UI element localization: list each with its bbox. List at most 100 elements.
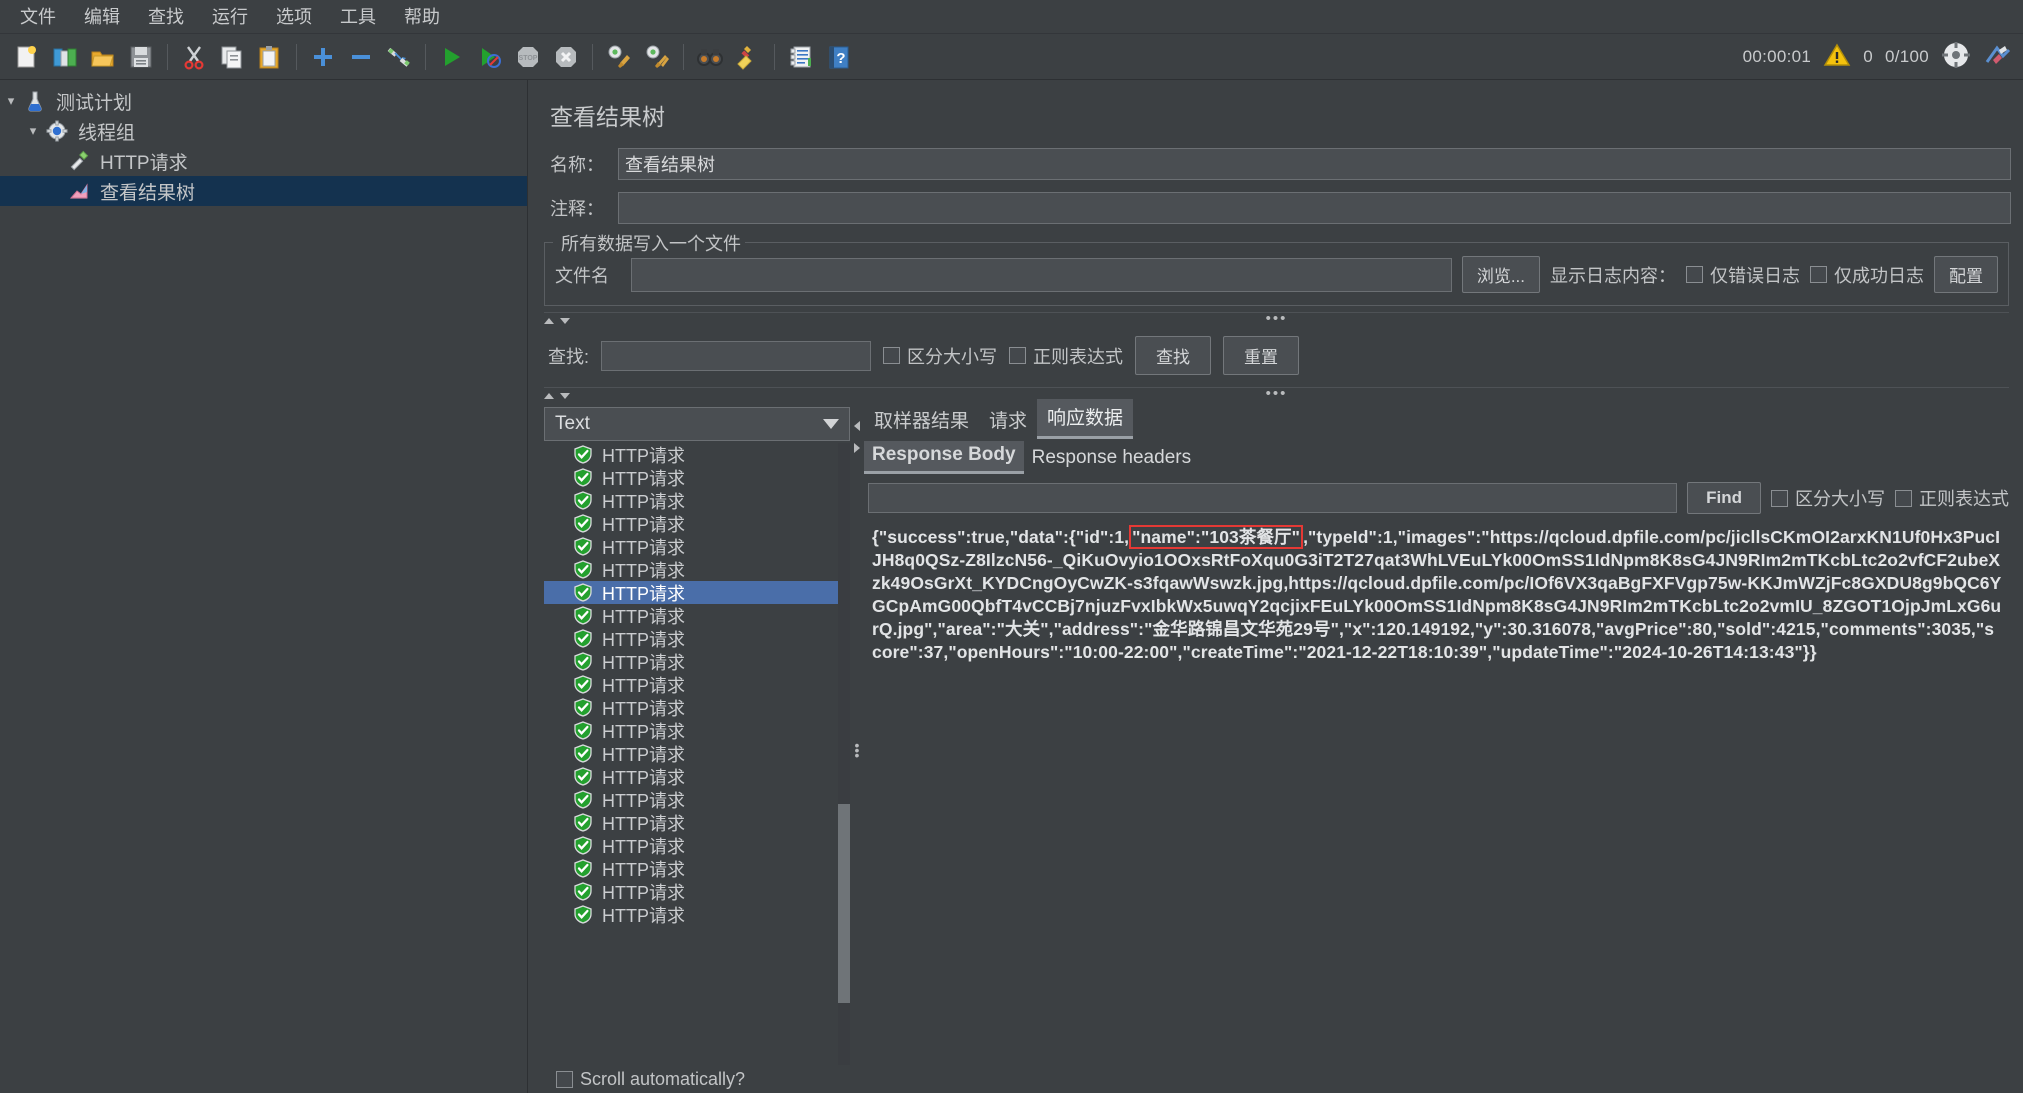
chevron-down-icon[interactable]: ▾ (22, 123, 44, 139)
search-icon[interactable] (693, 40, 727, 74)
search-input[interactable] (601, 341, 871, 371)
sampler-result-item[interactable]: HTTP请求 (544, 443, 850, 466)
menu-tools[interactable]: 工具 (326, 5, 390, 29)
sampler-result-item[interactable]: HTTP请求 (544, 512, 850, 535)
menu-options[interactable]: 选项 (262, 5, 326, 29)
scrollbar-thumb[interactable] (838, 804, 850, 1003)
sampler-result-item[interactable]: HTTP请求 (544, 880, 850, 903)
response-case-sensitive-checkbox[interactable]: 区分大小写 (1771, 485, 1885, 511)
sampler-result-item[interactable]: HTTP请求 (544, 857, 850, 880)
checkbox-box[interactable] (1895, 490, 1912, 507)
checkbox-box[interactable] (1009, 347, 1026, 364)
sampler-result-list[interactable]: HTTP请求HTTP请求HTTP请求HTTP请求HTTP请求HTTP请求HTTP… (544, 443, 850, 1065)
tree-node-view-results-tree[interactable]: 查看结果树 (0, 176, 527, 206)
splitter-arrows[interactable] (854, 421, 860, 453)
search-reset-button[interactable]: 重置 (1223, 336, 1299, 375)
tab-response-data[interactable]: 响应数据 (1037, 399, 1133, 439)
chevron-down-icon[interactable]: ▾ (0, 93, 22, 109)
successes-only-checkbox[interactable]: 仅成功日志 (1810, 262, 1924, 288)
search-reset-icon[interactable] (731, 40, 765, 74)
cut-icon[interactable] (177, 40, 211, 74)
sampler-result-item[interactable]: HTTP请求 (544, 788, 850, 811)
checkbox-box[interactable] (1810, 266, 1827, 283)
test-plan-tree[interactable]: ▾ 测试计划 ▾ (0, 80, 528, 1093)
toggle-icon[interactable] (382, 40, 416, 74)
tab-sampler-result[interactable]: 取样器结果 (864, 402, 979, 439)
menu-run[interactable]: 运行 (198, 5, 262, 29)
shutdown-icon[interactable] (549, 40, 583, 74)
response-find-input[interactable] (868, 483, 1677, 513)
collapse-icon[interactable] (344, 40, 378, 74)
stop-icon[interactable]: STOP (511, 40, 545, 74)
search-case-sensitive-checkbox[interactable]: 区分大小写 (883, 343, 997, 369)
paste-icon[interactable] (253, 40, 287, 74)
comment-input[interactable] (618, 192, 2011, 224)
templates-icon[interactable] (48, 40, 82, 74)
response-body-text[interactable]: {"success":true,"data":{"id":1,"name":"1… (864, 522, 2009, 1093)
sampler-result-item[interactable]: HTTP请求 (544, 604, 850, 627)
start-no-timers-icon[interactable] (473, 40, 507, 74)
splitter-grip[interactable]: ••• (855, 743, 860, 758)
sampler-result-item[interactable]: HTTP请求 (544, 742, 850, 765)
splitter-middle[interactable]: ••• (544, 387, 2009, 403)
checkbox-box[interactable] (1686, 266, 1703, 283)
clear-all-icon[interactable] (640, 40, 674, 74)
function-helper-icon[interactable] (784, 40, 818, 74)
browse-button[interactable]: 浏览... (1462, 256, 1540, 293)
checkbox-box[interactable] (1771, 490, 1788, 507)
response-regex-checkbox[interactable]: 正则表达式 (1895, 485, 2009, 511)
search-find-button[interactable]: 查找 (1135, 336, 1211, 375)
sampler-result-item[interactable]: HTTP请求 (544, 811, 850, 834)
scroll-automatically-checkbox[interactable]: Scroll automatically? (556, 1069, 745, 1090)
checkbox-box[interactable] (556, 1071, 573, 1088)
menu-file[interactable]: 文件 (6, 5, 70, 29)
copy-icon[interactable] (215, 40, 249, 74)
sampler-result-item[interactable]: HTTP请求 (544, 903, 850, 926)
sampler-result-item[interactable]: HTTP请求 (544, 650, 850, 673)
splitter-grip[interactable]: ••• (1266, 385, 1288, 402)
sampler-list-scrollbar[interactable] (838, 443, 850, 1065)
caret-up-icon[interactable] (544, 393, 554, 399)
filename-input[interactable] (631, 258, 1452, 292)
splitter-arrows[interactable] (544, 393, 570, 399)
sampler-result-item[interactable]: HTTP请求 (544, 673, 850, 696)
help-icon[interactable]: ? (822, 40, 856, 74)
splitter-grip[interactable]: ••• (1266, 310, 1288, 327)
tree-node-test-plan[interactable]: ▾ 测试计划 (0, 86, 527, 116)
subtab-response-body[interactable]: Response Body (864, 441, 1024, 474)
sampler-result-item[interactable]: HTTP请求 (544, 765, 850, 788)
caret-up-icon[interactable] (544, 318, 554, 324)
sampler-result-item[interactable]: HTTP请求 (544, 581, 850, 604)
sampler-result-item[interactable]: HTTP请求 (544, 834, 850, 857)
sampler-result-item[interactable]: HTTP请求 (544, 535, 850, 558)
configure-button[interactable]: 配置 (1934, 256, 1998, 293)
name-input[interactable] (618, 148, 2011, 180)
sampler-result-item[interactable]: HTTP请求 (544, 558, 850, 581)
save-icon[interactable] (124, 40, 158, 74)
tab-request[interactable]: 请求 (979, 402, 1037, 439)
errors-only-checkbox[interactable]: 仅错误日志 (1686, 262, 1800, 288)
vertical-splitter[interactable]: ••• (850, 407, 864, 1093)
chevron-down-icon[interactable] (823, 419, 839, 429)
menu-search[interactable]: 查找 (134, 5, 198, 29)
caret-down-icon[interactable] (560, 393, 570, 399)
tree-node-http-request[interactable]: HTTP请求 (0, 146, 527, 176)
sampler-result-item[interactable]: HTTP请求 (544, 719, 850, 742)
splitter-arrows[interactable] (544, 318, 570, 324)
open-icon[interactable] (86, 40, 120, 74)
caret-right-icon[interactable] (854, 443, 860, 453)
subtab-response-headers[interactable]: Response headers (1024, 444, 1200, 474)
menu-help[interactable]: 帮助 (390, 5, 454, 29)
sampler-result-item[interactable]: HTTP请求 (544, 489, 850, 512)
start-icon[interactable] (435, 40, 469, 74)
response-find-button[interactable]: Find (1687, 482, 1761, 514)
sampler-result-item[interactable]: HTTP请求 (544, 466, 850, 489)
search-regex-checkbox[interactable]: 正则表达式 (1009, 343, 1123, 369)
caret-down-icon[interactable] (560, 318, 570, 324)
menu-edit[interactable]: 编辑 (70, 5, 134, 29)
checkbox-box[interactable] (883, 347, 900, 364)
new-icon[interactable] (10, 40, 44, 74)
sampler-result-item[interactable]: HTTP请求 (544, 627, 850, 650)
tree-node-thread-group[interactable]: ▾ 线程组 (0, 116, 527, 146)
expand-icon[interactable] (306, 40, 340, 74)
